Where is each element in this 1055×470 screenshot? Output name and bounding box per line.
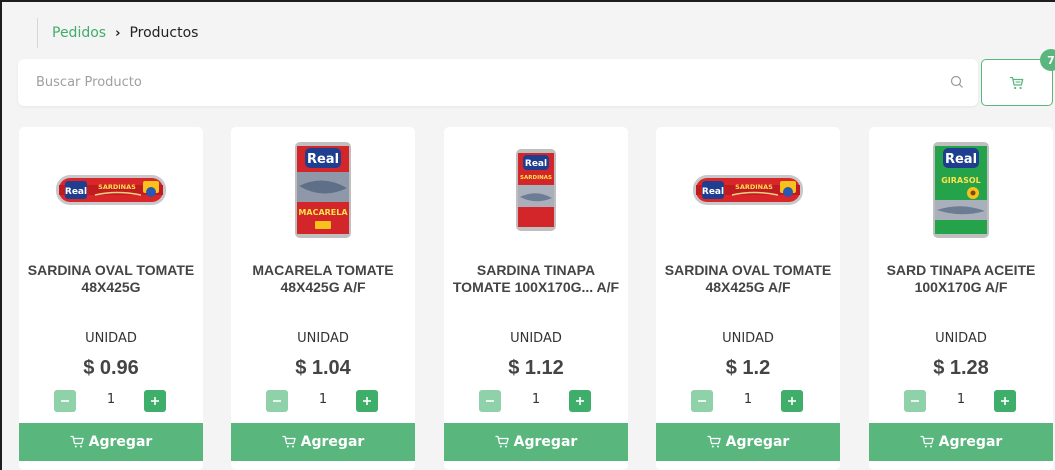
decrease-quantity-button[interactable] (904, 390, 926, 412)
quantity-stepper: 1 (656, 390, 840, 412)
add-to-cart-button[interactable]: Agregar (444, 423, 628, 461)
plus-icon (151, 397, 159, 405)
increase-quantity-button[interactable] (356, 390, 378, 412)
product-image: Real SARDINAS (444, 135, 628, 245)
product-unit: UNIDAD (297, 331, 349, 346)
add-to-cart-button[interactable]: Agregar (869, 423, 1053, 461)
minus-icon (911, 400, 919, 402)
add-to-cart-label: Agregar (938, 434, 1003, 450)
decrease-quantity-button[interactable] (266, 390, 288, 412)
product-unit: UNIDAD (935, 331, 987, 346)
product-card: Real SARDINAS SARDINA OVAL TOMATE 48X425… (19, 127, 203, 470)
minus-icon (698, 400, 706, 402)
increase-quantity-button[interactable] (144, 390, 166, 412)
breadcrumb-current: Productos (129, 25, 199, 41)
quantity-value[interactable]: 1 (81, 392, 141, 407)
cart-icon (282, 435, 296, 448)
breadcrumb-separator-icon: › (115, 25, 121, 41)
product-grid: Real SARDINAS SARDINA OVAL TOMATE 48X425… (19, 127, 1055, 470)
product-card: Real GIRASOL SARD TINAPA ACEITE 100X170G… (869, 127, 1053, 470)
can-brand-text: Real (945, 152, 977, 167)
product-image: Real SARDINAS (19, 135, 203, 245)
decrease-quantity-button[interactable] (691, 390, 713, 412)
top-bar: Pedidos › Productos (4, 4, 1055, 60)
product-card: Real MACARELA MACARELA TOMATE 48X425G A/… (231, 127, 415, 470)
product-price: $ 1.2 (725, 357, 771, 379)
plus-icon (788, 397, 796, 405)
can-brand-text: Real (307, 152, 339, 167)
product-price: $ 1.28 (933, 357, 989, 379)
search-bar (18, 59, 978, 106)
quantity-stepper: 1 (231, 390, 415, 412)
product-unit: UNIDAD (510, 331, 562, 346)
cart-count-badge: 7 (1040, 49, 1055, 71)
product-image: Real GIRASOL (869, 135, 1053, 245)
can-brand-text: Real (702, 187, 724, 197)
add-to-cart-button[interactable]: Agregar (19, 423, 203, 461)
quantity-stepper: 1 (869, 390, 1053, 412)
increase-quantity-button[interactable] (781, 390, 803, 412)
product-price: $ 1.12 (508, 357, 564, 379)
cart-icon (707, 435, 721, 448)
add-to-cart-label: Agregar (513, 434, 578, 450)
product-name: SARDINA OVAL TOMATE 48X425G (27, 262, 195, 295)
product-price: $ 0.96 (83, 357, 139, 379)
minus-icon (273, 400, 281, 402)
search-icon[interactable] (950, 75, 964, 89)
cart-icon (1009, 76, 1024, 89)
product-price: $ 1.04 (295, 357, 351, 379)
can-label-text: SARDINAS (735, 183, 773, 191)
can-brand-text: Real (525, 159, 547, 169)
search-input[interactable] (18, 59, 978, 106)
can-label-text: SARDINAS (98, 183, 136, 191)
decrease-quantity-button[interactable] (54, 390, 76, 412)
product-name: MACARELA TOMATE 48X425G A/F (252, 262, 394, 295)
product-name: SARDINA OVAL TOMATE 48X425G A/F (664, 262, 832, 295)
add-to-cart-button[interactable]: Agregar (231, 423, 415, 461)
cart-icon (495, 435, 509, 448)
minus-icon (61, 400, 69, 402)
increase-quantity-button[interactable] (569, 390, 591, 412)
increase-quantity-button[interactable] (994, 390, 1016, 412)
add-to-cart-label: Agregar (300, 434, 365, 450)
product-unit: UNIDAD (722, 331, 774, 346)
cart-icon (920, 435, 934, 448)
product-name: SARD TINAPA ACEITE 100X170G A/F (886, 262, 1036, 295)
decrease-quantity-button[interactable] (479, 390, 501, 412)
quantity-value[interactable]: 1 (293, 392, 353, 407)
product-card: Real SARDINAS SARDINA OVAL TOMATE 48X425… (656, 127, 840, 470)
breadcrumb: Pedidos › Productos (37, 18, 198, 48)
add-to-cart-label: Agregar (725, 434, 790, 450)
product-image: Real SARDINAS (656, 135, 840, 245)
plus-icon (363, 397, 371, 405)
cart-icon (70, 435, 84, 448)
product-unit: UNIDAD (85, 331, 137, 346)
add-to-cart-label: Agregar (88, 434, 153, 450)
plus-icon (576, 397, 584, 405)
quantity-value[interactable]: 1 (506, 392, 566, 407)
product-name: SARDINA TINAPA TOMATE 100X170G... A/F (452, 262, 620, 295)
quantity-value[interactable]: 1 (931, 392, 991, 407)
quantity-stepper: 1 (444, 390, 628, 412)
product-card: Real SARDINAS SARDINA TINAPA TOMATE 100X… (444, 127, 628, 470)
breadcrumb-link-pedidos[interactable]: Pedidos (52, 25, 106, 41)
minus-icon (486, 400, 494, 402)
can-label-text: GIRASOL (941, 176, 981, 185)
add-to-cart-button[interactable]: Agregar (656, 423, 840, 461)
can-label-text: SARDINAS (520, 175, 552, 181)
can-brand-text: Real (65, 187, 87, 197)
can-label-text: MACARELA (298, 208, 348, 217)
product-image: Real MACARELA (231, 135, 415, 245)
quantity-value[interactable]: 1 (718, 392, 778, 407)
plus-icon (1001, 397, 1009, 405)
quantity-stepper: 1 (19, 390, 203, 412)
